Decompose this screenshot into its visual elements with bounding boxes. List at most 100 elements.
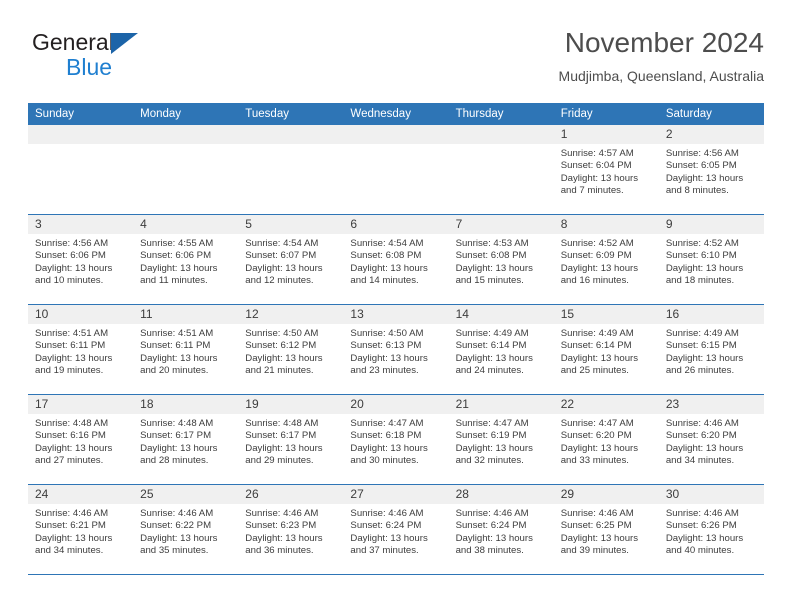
sun-info: Sunrise: 4:52 AM Sunset: 6:10 PM Daylight:… xyxy=(659,234,764,288)
sunrise-time: Sunrise: 4:48 AM xyxy=(245,418,319,429)
day-number: 21 xyxy=(448,395,554,414)
calendar-day-cell[interactable]: 4 Sunrise: 4:55 AM Sunset: 6:06 PM Daylight… xyxy=(133,215,239,304)
sunset-time: Sunset: 6:09 PM xyxy=(560,250,632,262)
sun-info: Sunrise: 4:55 AM Sunset: 6:06 PM Daylight:… xyxy=(133,234,238,288)
daylight-duration: Daylight: 13 hours and 25 minutes. xyxy=(560,352,639,377)
calendar-day-cell[interactable]: 6 Sunrise: 4:54 AM Sunset: 6:08 PM Daylight… xyxy=(343,215,449,304)
sun-info: Sunrise: 4:47 AM Sunset: 6:20 PM Daylight:… xyxy=(554,414,659,468)
day-number: 28 xyxy=(448,485,554,504)
daylight-duration: Daylight: 13 hours and 21 minutes. xyxy=(245,352,323,377)
day-number: 25 xyxy=(133,485,239,504)
day-number: 10 xyxy=(28,305,134,324)
calendar-grid: Sunday Monday Tuesday Wednesday Thursday Frid… xyxy=(28,103,764,575)
sun-info: Sunrise: 4:50 AM Sunset: 6:12 PM Daylight:… xyxy=(238,324,343,378)
daylight-duration: Daylight: 13 hours and 34 minutes. xyxy=(665,442,744,467)
sun-info: Sunrise: 4:53 AM Sunset: 6:08 PM Daylight:… xyxy=(449,234,554,288)
day-number: 7 xyxy=(448,215,554,234)
calendar-day-cell[interactable]: 7 Sunrise: 4:53 AM Sunset: 6:08 PM Daylight… xyxy=(448,215,554,304)
calendar-day-cell[interactable]: 19 Sunrise: 4:48 AM Sunset: 6:17 PM Dayligh… xyxy=(238,395,344,484)
calendar-day-cell[interactable]: 10 Sunrise: 4:51 AM Sunset: 6:11 PM Dayligh… xyxy=(28,305,134,394)
sun-info: Sunrise: 4:49 AM Sunset: 6:14 PM Daylight:… xyxy=(554,324,659,378)
calendar-day-cell[interactable]: 29 Sunrise: 4:46 AM Sunset: 6:25 PM Dayligh… xyxy=(553,485,659,574)
calendar-day-cell-empty xyxy=(448,125,554,214)
brand-name-secondary: Blue xyxy=(66,54,113,80)
calendar-day-cell-empty xyxy=(238,125,344,214)
sunrise-time: Sunrise: 4:56 AM xyxy=(35,238,109,249)
day-number: 1 xyxy=(553,125,659,144)
sunrise-time: Sunrise: 4:49 AM xyxy=(560,328,634,339)
day-number xyxy=(343,125,449,144)
sun-info: Sunrise: 4:54 AM Sunset: 6:08 PM Daylight:… xyxy=(343,234,448,288)
sunrise-time: Sunrise: 4:46 AM xyxy=(665,508,739,519)
calendar-day-cell[interactable]: 25 Sunrise: 4:46 AM Sunset: 6:22 PM Dayligh… xyxy=(133,485,239,574)
calendar-day-cell[interactable]: 2 Sunrise: 4:56 AM Sunset: 6:05 PM Daylight… xyxy=(658,125,764,214)
general-blue-logo[interactable]: General Blue xyxy=(32,30,232,86)
calendar-day-cell[interactable]: 28 Sunrise: 4:46 AM Sunset: 6:24 PM Dayligh… xyxy=(448,485,554,574)
sun-info: Sunrise: 4:48 AM Sunset: 6:17 PM Daylight:… xyxy=(238,414,343,468)
calendar-day-cell[interactable]: 20 Sunrise: 4:47 AM Sunset: 6:18 PM Dayligh… xyxy=(343,395,449,484)
daylight-duration: Daylight: 13 hours and 36 minutes. xyxy=(245,532,323,557)
calendar-day-cell[interactable]: 15 Sunrise: 4:49 AM Sunset: 6:14 PM Dayligh… xyxy=(553,305,659,394)
sun-info: Sunrise: 4:49 AM Sunset: 6:15 PM Daylight:… xyxy=(659,324,764,378)
sunset-time: Sunset: 6:22 PM xyxy=(140,520,212,532)
calendar-day-cell[interactable]: 8 Sunrise: 4:52 AM Sunset: 6:09 PM Daylight… xyxy=(553,215,659,304)
sun-info: Sunrise: 4:52 AM Sunset: 6:09 PM Daylight:… xyxy=(554,234,659,288)
calendar-day-cell[interactable]: 12 Sunrise: 4:50 AM Sunset: 6:12 PM Dayligh… xyxy=(238,305,344,394)
sun-info: Sunrise: 4:46 AM Sunset: 6:23 PM Daylight:… xyxy=(238,504,343,558)
weekday-header-row: Sunday Monday Tuesday Wednesday Thursday Frid… xyxy=(28,103,764,125)
calendar-day-cell[interactable]: 16 Sunrise: 4:49 AM Sunset: 6:15 PM Dayligh… xyxy=(658,305,764,394)
calendar-day-cell[interactable]: 27 Sunrise: 4:46 AM Sunset: 6:24 PM Dayligh… xyxy=(343,485,449,574)
blue-triangle-icon xyxy=(111,33,138,54)
daylight-duration: Daylight: 13 hours and 8 minutes. xyxy=(665,172,744,197)
day-number: 27 xyxy=(343,485,449,504)
calendar-day-cell[interactable]: 24 Sunrise: 4:46 AM Sunset: 6:21 PM Dayligh… xyxy=(28,485,134,574)
location-subtitle: Mudjimba, Queensland, Australia xyxy=(558,68,764,84)
calendar-day-cell[interactable]: 18 Sunrise: 4:48 AM Sunset: 6:17 PM Dayligh… xyxy=(133,395,239,484)
sunrise-time: Sunrise: 4:49 AM xyxy=(665,328,739,339)
calendar-day-cell[interactable]: 21 Sunrise: 4:47 AM Sunset: 6:19 PM Dayligh… xyxy=(448,395,554,484)
sunrise-time: Sunrise: 4:49 AM xyxy=(455,328,529,339)
calendar-day-cell[interactable]: 17 Sunrise: 4:48 AM Sunset: 6:16 PM Dayligh… xyxy=(28,395,134,484)
calendar-day-cell[interactable]: 9 Sunrise: 4:52 AM Sunset: 6:10 PM Daylight… xyxy=(658,215,764,304)
calendar-day-cell[interactable]: 3 Sunrise: 4:56 AM Sunset: 6:06 PM Daylight… xyxy=(28,215,134,304)
sunset-time: Sunset: 6:14 PM xyxy=(455,340,527,352)
calendar-day-cell[interactable]: 14 Sunrise: 4:49 AM Sunset: 6:14 PM Dayligh… xyxy=(448,305,554,394)
weekday-header-wednesday: Wednesday xyxy=(350,108,411,120)
sunset-time: Sunset: 6:15 PM xyxy=(665,340,737,352)
day-number: 4 xyxy=(133,215,239,234)
calendar-day-cell[interactable]: 1 Sunrise: 4:57 AM Sunset: 6:04 PM Daylight… xyxy=(553,125,659,214)
daylight-duration: Daylight: 13 hours and 20 minutes. xyxy=(140,352,218,377)
sunset-time: Sunset: 6:11 PM xyxy=(140,340,211,352)
sun-info: Sunrise: 4:46 AM Sunset: 6:25 PM Daylight:… xyxy=(554,504,659,558)
day-number: 22 xyxy=(553,395,659,414)
sunset-time: Sunset: 6:24 PM xyxy=(350,520,422,532)
sun-info: Sunrise: 4:46 AM Sunset: 6:20 PM Daylight:… xyxy=(659,414,764,468)
daylight-duration: Daylight: 13 hours and 18 minutes. xyxy=(665,262,744,287)
calendar-day-cell[interactable]: 23 Sunrise: 4:46 AM Sunset: 6:20 PM Dayligh… xyxy=(658,395,764,484)
calendar-day-cell[interactable]: 30 Sunrise: 4:46 AM Sunset: 6:26 PM Dayligh… xyxy=(658,485,764,574)
sunset-time: Sunset: 6:26 PM xyxy=(665,520,737,532)
day-number xyxy=(238,125,344,144)
calendar-day-cell[interactable]: 26 Sunrise: 4:46 AM Sunset: 6:23 PM Dayligh… xyxy=(238,485,344,574)
sun-info: Sunrise: 4:46 AM Sunset: 6:21 PM Daylight:… xyxy=(28,504,133,558)
day-number: 20 xyxy=(343,395,449,414)
daylight-duration: Daylight: 13 hours and 10 minutes. xyxy=(35,262,113,287)
day-number xyxy=(448,125,554,144)
calendar-day-cell[interactable]: 5 Sunrise: 4:54 AM Sunset: 6:07 PM Daylight… xyxy=(238,215,344,304)
sunset-time: Sunset: 6:19 PM xyxy=(455,430,527,442)
day-number: 30 xyxy=(658,485,764,504)
calendar-day-cell[interactable]: 22 Sunrise: 4:47 AM Sunset: 6:20 PM Dayligh… xyxy=(553,395,659,484)
day-number: 19 xyxy=(238,395,344,414)
calendar-day-cell[interactable]: 13 Sunrise: 4:50 AM Sunset: 6:13 PM Dayligh… xyxy=(343,305,449,394)
daylight-duration: Daylight: 13 hours and 38 minutes. xyxy=(455,532,533,557)
calendar-day-cell-empty xyxy=(28,125,134,214)
sunset-time: Sunset: 6:16 PM xyxy=(35,430,106,442)
sunset-time: Sunset: 6:08 PM xyxy=(455,250,527,262)
sunrise-time: Sunrise: 4:56 AM xyxy=(665,148,739,159)
day-number xyxy=(133,125,239,144)
daylight-duration: Daylight: 13 hours and 28 minutes. xyxy=(140,442,218,467)
daylight-duration: Daylight: 13 hours and 30 minutes. xyxy=(350,442,428,467)
sunset-time: Sunset: 6:11 PM xyxy=(35,340,106,352)
calendar-day-cell[interactable]: 11 Sunrise: 4:51 AM Sunset: 6:11 PM Dayligh… xyxy=(133,305,239,394)
sunrise-time: Sunrise: 4:47 AM xyxy=(350,418,424,429)
